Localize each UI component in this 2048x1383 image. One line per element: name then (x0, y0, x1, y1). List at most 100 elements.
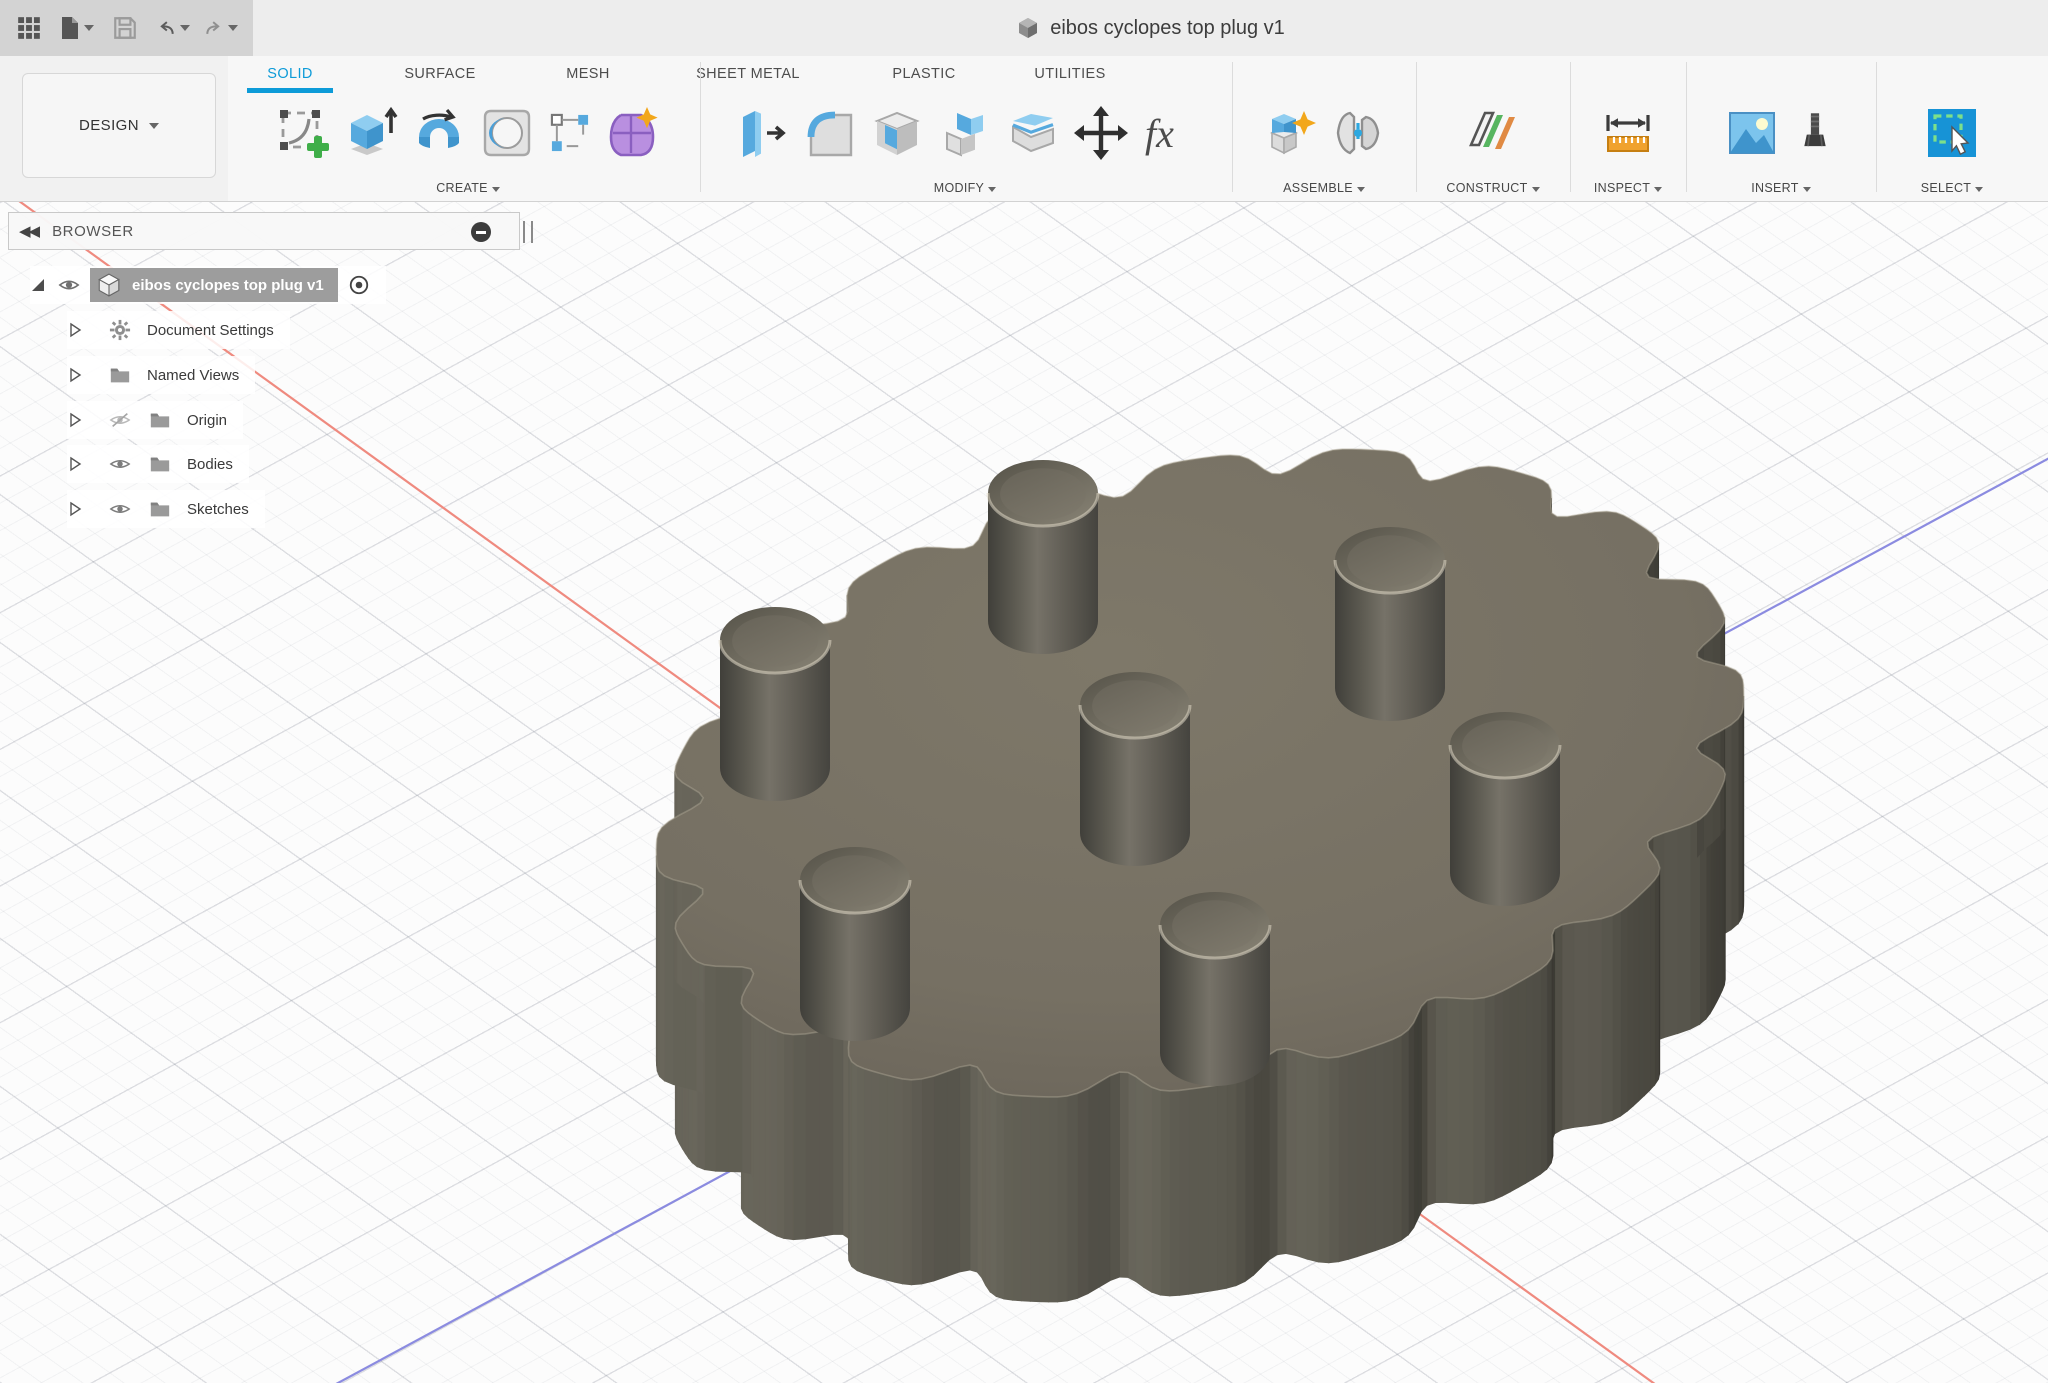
folder-icon (149, 409, 171, 431)
construct-plane-icon[interactable] (1465, 105, 1521, 161)
browser-header[interactable]: ◀◀ BROWSER (8, 212, 520, 250)
joint-icon[interactable] (1330, 105, 1386, 161)
fillet-icon[interactable] (801, 105, 857, 161)
select-dropdown[interactable]: SELECT (1877, 181, 2027, 195)
visibility-eye-icon[interactable] (58, 274, 80, 296)
new-component-icon[interactable] (1262, 105, 1318, 161)
folder-icon (149, 498, 171, 520)
tab-sheet-metal[interactable]: SHEET METAL (696, 66, 800, 82)
browser-title: BROWSER (52, 223, 134, 240)
change-parameters-icon[interactable]: fx (1141, 105, 1197, 161)
row-label: Bodies (187, 456, 233, 473)
folder-icon (109, 364, 131, 386)
ribbon-tabs: SOLID SURFACE MESH SHEET METAL PLASTIC U… (0, 56, 2048, 94)
construct-dropdown[interactable]: CONSTRUCT (1417, 181, 1569, 195)
modify-caret-icon (988, 187, 996, 192)
assemble-dropdown[interactable]: ASSEMBLE (1233, 181, 1415, 195)
title-bar: eibos cyclopes top plug v1 (0, 0, 2048, 56)
construct-caret-icon (1532, 187, 1540, 192)
active-tab-underline (247, 88, 333, 93)
visibility-off-eye-icon[interactable] (109, 409, 131, 431)
move-icon[interactable] (1073, 105, 1129, 161)
file-menu-caret-icon[interactable] (84, 25, 94, 31)
folder-icon (149, 453, 171, 475)
tab-solid[interactable]: SOLID (267, 66, 313, 82)
row-label: Origin (187, 412, 227, 429)
inspect-caret-icon (1654, 187, 1662, 192)
workspace-caret-icon (149, 123, 159, 129)
redo-caret-icon[interactable] (228, 25, 238, 31)
shell-icon[interactable] (869, 105, 925, 161)
browser-row-sketches[interactable]: Sketches (67, 490, 265, 528)
activate-component-radio-icon[interactable] (348, 274, 370, 296)
revolve-icon[interactable] (411, 105, 467, 161)
document-title-area: eibos cyclopes top plug v1 (253, 0, 2048, 56)
group-insert: INSERT (1687, 94, 1875, 201)
svg-text:fx: fx (1145, 111, 1174, 156)
viewport-canvas[interactable] (0, 202, 2048, 1383)
split-body-icon[interactable] (1005, 105, 1061, 161)
browser-row-document-settings[interactable]: Document Settings (67, 311, 290, 349)
file-menu-button[interactable] (60, 11, 94, 45)
inspect-dropdown[interactable]: INSPECT (1571, 181, 1685, 195)
browser-row-bodies[interactable]: Bodies (67, 445, 249, 483)
insert-fastener-icon[interactable] (1792, 110, 1838, 156)
press-pull-icon[interactable] (733, 105, 789, 161)
browser-root-row[interactable]: eibos cyclopes top plug v1 (30, 266, 386, 304)
model-body[interactable] (656, 449, 1744, 1302)
rectangular-pattern-icon[interactable] (547, 110, 593, 156)
create-caret-icon (492, 187, 500, 192)
insert-dropdown[interactable]: INSERT (1687, 181, 1875, 195)
group-assemble: ASSEMBLE (1233, 94, 1415, 201)
row-label: Named Views (147, 367, 239, 384)
group-select: SELECT (1877, 94, 2027, 201)
root-component-label: eibos cyclopes top plug v1 (132, 277, 324, 294)
expander-collapsed-icon[interactable] (67, 456, 83, 472)
save-button[interactable] (108, 11, 142, 45)
expander-expanded-icon[interactable] (30, 277, 46, 293)
undo-caret-icon[interactable] (180, 25, 190, 31)
row-label: Sketches (187, 501, 249, 518)
browser-row-origin[interactable]: Origin (67, 401, 243, 439)
workspace-label: DESIGN (79, 117, 139, 134)
document-cube-icon (1016, 16, 1040, 40)
root-selection-highlight[interactable]: eibos cyclopes top plug v1 (90, 268, 338, 302)
visibility-eye-icon[interactable] (109, 453, 131, 475)
quick-access-toolbar (0, 0, 253, 56)
row-label: Document Settings (147, 322, 274, 339)
group-inspect: INSPECT (1571, 94, 1685, 201)
create-sketch-icon[interactable] (275, 105, 331, 161)
visibility-eye-icon[interactable] (109, 498, 131, 520)
tab-plastic[interactable]: PLASTIC (892, 66, 955, 82)
hole-icon[interactable] (479, 105, 535, 161)
group-modify: fx MODIFY (701, 94, 1229, 201)
create-form-icon[interactable] (605, 105, 661, 161)
app-menu-icon[interactable] (12, 11, 46, 45)
tab-surface[interactable]: SURFACE (404, 66, 475, 82)
tab-mesh[interactable]: MESH (566, 66, 610, 82)
measure-icon[interactable] (1600, 105, 1656, 161)
create-dropdown[interactable]: CREATE (237, 181, 699, 195)
select-caret-icon (1975, 187, 1983, 192)
group-create: CREATE (237, 94, 699, 201)
combine-icon[interactable] (937, 105, 993, 161)
ribbon-toolbar: DESIGN SOLID SURFACE MESH SHEET METAL PL… (0, 56, 2048, 202)
expander-collapsed-icon[interactable] (67, 367, 83, 383)
extrude-icon[interactable] (343, 105, 399, 161)
browser-minimize-icon[interactable] (471, 222, 491, 242)
undo-button[interactable] (156, 11, 190, 45)
tab-utilities[interactable]: UTILITIES (1034, 66, 1105, 82)
browser-collapse-icon[interactable]: ◀◀ (19, 222, 38, 240)
browser-row-named-views[interactable]: Named Views (67, 356, 255, 394)
assemble-caret-icon (1357, 187, 1365, 192)
browser-resize-handle[interactable] (523, 221, 533, 243)
select-icon[interactable] (1924, 105, 1980, 161)
expander-collapsed-icon[interactable] (67, 412, 83, 428)
expander-collapsed-icon[interactable] (67, 322, 83, 338)
document-title: eibos cyclopes top plug v1 (1050, 17, 1285, 40)
canvas-icon[interactable] (1724, 105, 1780, 161)
redo-button[interactable] (204, 11, 238, 45)
modify-dropdown[interactable]: MODIFY (701, 181, 1229, 195)
expander-collapsed-icon[interactable] (67, 501, 83, 517)
component-cube-icon (96, 272, 122, 298)
